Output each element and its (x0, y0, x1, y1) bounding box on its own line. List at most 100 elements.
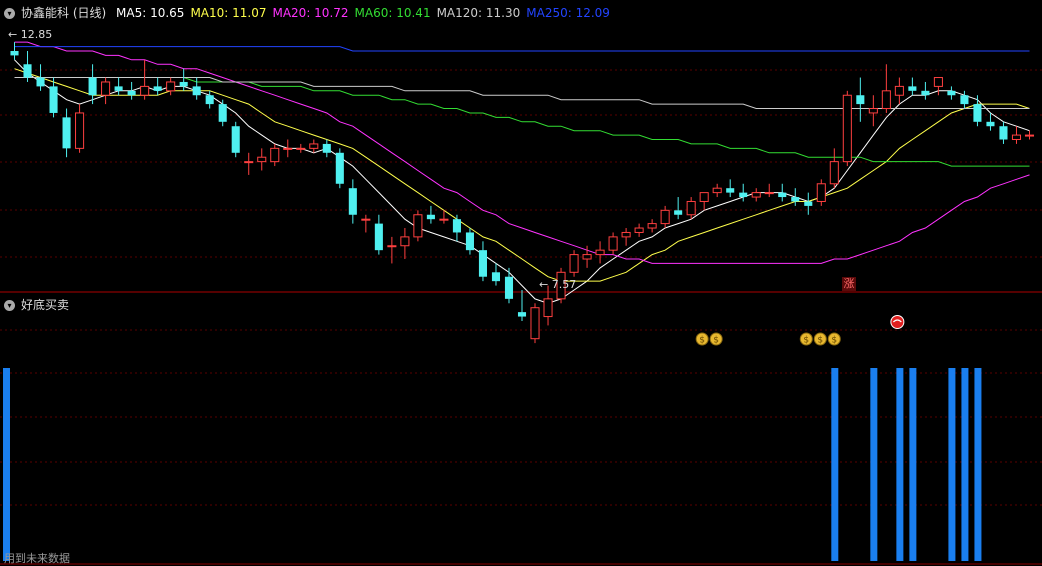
candle-body-down (335, 152, 344, 184)
zhang-badge: 涨 (842, 277, 856, 291)
candle-body-down (205, 95, 214, 105)
candle-body-up (686, 200, 696, 216)
candle-body-down (153, 86, 162, 91)
candle-body-up (257, 156, 267, 163)
candle-body-down (426, 214, 435, 220)
candle-body-down (674, 210, 683, 215)
candle-body-up (764, 192, 774, 195)
ma-legend-item: MA10: 11.07 (190, 6, 267, 20)
candle-body-up (283, 147, 293, 150)
candle-body-down (322, 143, 331, 153)
candle-body-down (778, 192, 787, 198)
ma-legend-item: MA120: 11.30 (436, 6, 521, 20)
candle-body-down (10, 50, 19, 56)
signal-bar (974, 368, 982, 561)
candle-body-up (868, 108, 878, 114)
candle-body-down (348, 188, 357, 215)
candle-body-up (296, 147, 306, 150)
candle-body-up (842, 94, 852, 163)
signal-bar (831, 368, 839, 561)
signal-bar (896, 368, 904, 561)
candle-body-down (504, 276, 514, 299)
candle-body-down (127, 90, 136, 96)
candle-body-up (270, 147, 280, 163)
candle-body-up (387, 245, 397, 248)
candle-body-down (908, 86, 917, 91)
candle-body-up (413, 214, 423, 238)
candle-body-up (829, 161, 839, 185)
candle-body-down (491, 272, 501, 282)
candle-body-down (973, 104, 982, 122)
candle-body-up (699, 192, 709, 202)
candle-body-down (791, 197, 800, 202)
main-header: ▾ 协鑫能科 (日线) MA5: 10.65 MA10: 11.07 MA20: 10… (4, 4, 622, 21)
money-bag-icon: $ (817, 336, 823, 346)
candle-body-down (999, 126, 1008, 140)
candle-body-up (309, 143, 319, 149)
candle-body-down (88, 77, 97, 96)
candle-body-up (1024, 134, 1035, 137)
candle-body-down (921, 90, 930, 96)
candle-body-up (439, 218, 449, 221)
candle-body-up (166, 81, 176, 92)
ma-legend-item: MA5: 10.65 (116, 6, 185, 20)
signal-bar (948, 368, 956, 561)
signal-bar (961, 368, 969, 561)
candle-body-up (751, 192, 761, 198)
candle-body-down (179, 81, 188, 87)
candle-body-down (49, 86, 58, 113)
price-low-label: ← 7.57 (539, 278, 577, 291)
chart-canvas: $ $ $ $ $ (0, 41, 1042, 565)
indicator-header: ▾ 好底买卖 (4, 296, 75, 313)
candle-body-down (114, 86, 123, 91)
ma-legend-item: MA20: 10.72 (272, 6, 349, 20)
signal-bar (3, 368, 10, 561)
candle-body-up (660, 209, 670, 225)
candle-body-up (712, 187, 722, 194)
stock-title: 协鑫能科 (日线) (21, 6, 107, 20)
indicator-title: 好底买卖 (21, 298, 70, 312)
candle-body-up (816, 183, 826, 202)
candle-body-down (218, 104, 227, 122)
candle-body-down (374, 223, 383, 251)
candle-body-down (947, 90, 956, 96)
candle-body-up (569, 254, 579, 273)
candle-body-down (739, 192, 748, 198)
chevron-down-icon[interactable]: ▾ (4, 8, 15, 19)
candle-body-up (894, 85, 904, 96)
candle-body-up (582, 254, 592, 260)
candle-body-up (530, 307, 540, 340)
chevron-down-icon[interactable]: ▾ (4, 300, 15, 311)
candle-body-up (634, 227, 644, 233)
candle-body-up (244, 161, 254, 164)
candle-body-down (960, 95, 969, 105)
ma-line-ma250 (14, 46, 1030, 52)
candle-body-down (726, 188, 735, 193)
candle-body-up (647, 223, 657, 229)
money-bag-icon: $ (803, 336, 809, 346)
ma-legend: MA5: 10.65 MA10: 11.07 MA20: 10.72 MA60: 10… (116, 6, 616, 20)
candle-body-up (101, 81, 111, 96)
ma-line-ma20 (14, 41, 1030, 264)
candle-body-up (75, 112, 85, 149)
candle-body-down (62, 117, 71, 149)
candle-body-down (36, 77, 45, 87)
candle-body-down (517, 312, 527, 317)
ma-legend-item: MA250: 12.09 (526, 6, 610, 20)
ma-line-ma5 (14, 59, 1030, 304)
candle-body-down (986, 121, 995, 127)
red-ball-icon (890, 315, 905, 329)
candle-body-down (23, 64, 32, 78)
candle-body-up (140, 85, 150, 96)
indicator-footer: 用到未来数据 (4, 552, 70, 565)
candle-body-up (933, 77, 943, 87)
candle-body-down (478, 250, 487, 277)
candle-body-up (361, 218, 371, 221)
candle-body-up (595, 249, 605, 256)
candle-body-up (608, 236, 618, 251)
signal-bar (870, 368, 878, 561)
price-high-label: ← 12.85 (8, 28, 53, 41)
ma-legend-item: MA60: 10.41 (354, 6, 431, 20)
candle-body-up (400, 236, 410, 247)
candle-body-down (804, 201, 813, 206)
